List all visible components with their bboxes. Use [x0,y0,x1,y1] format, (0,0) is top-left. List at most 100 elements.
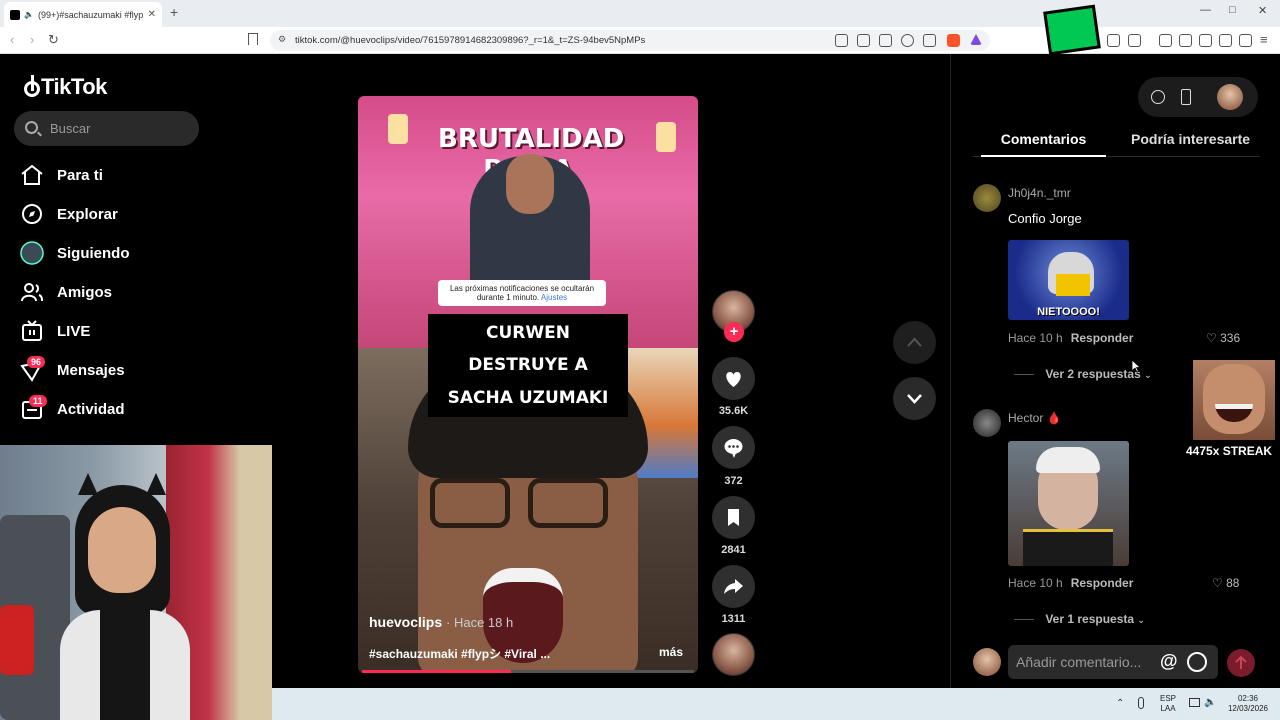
notice-settings-link[interactable]: Ajustes [541,293,567,302]
vpn-icon[interactable] [1239,34,1252,47]
reload-icon[interactable]: ↻ [48,32,59,48]
sticker-caption: NIETOOOO! [1037,306,1100,318]
sidebar-item-explorar[interactable]: Explorar [18,199,218,229]
compass-small-icon[interactable] [1151,90,1165,104]
ai-icon[interactable] [1219,34,1232,47]
heart-outline-icon: ♡ [1206,331,1217,345]
volume-icon[interactable]: 🔈 [1204,697,1216,708]
follow-plus-button[interactable]: + [724,322,744,342]
save-button[interactable] [712,496,755,539]
tray-chevron-up-icon[interactable]: ⌃ [1116,698,1124,709]
share-arrow-icon [724,579,743,594]
comment-sticker-image[interactable]: NIETOOOO! [1008,240,1129,320]
share-icon[interactable] [923,34,936,47]
sidebar-item-siguiendo[interactable]: Siguiendo [18,238,218,268]
close-tab-icon[interactable]: ✕ [148,9,156,20]
video-hashtags[interactable]: #sachauzumaki #flypシ #Viral ... [369,645,550,662]
screenshot-icon[interactable] [1128,34,1141,47]
video-host-face [506,154,554,214]
emoji-icon[interactable] [1187,652,1207,672]
tab-comentarios[interactable]: Comentarios [981,131,1106,157]
likes-count: 35.6K [718,405,749,417]
comment-icon [724,439,743,458]
search-placeholder: Buscar [50,121,91,136]
forward-arrow-icon[interactable]: › [30,32,34,47]
browser-tab[interactable]: 🔈 (99+)#sachauzumaki #flypシ ✕ [4,2,162,27]
add-comment-placeholder: Añadir comentario... [1016,654,1142,670]
comment-avatar[interactable] [973,409,1001,437]
reader-icon[interactable] [835,34,848,47]
send-comment-button[interactable] [1227,649,1255,677]
comment-like-button[interactable]: ♡ 88 [1212,576,1239,590]
glasses-left [430,478,510,528]
comment-button[interactable] [712,426,755,469]
clock[interactable]: 02:36 12/03/2026 [1220,694,1276,715]
comment-meta: Hace 10 h Responder [1008,576,1133,590]
video-author-name[interactable]: huevoclips [369,614,442,630]
bookmark-icon[interactable] [248,33,258,45]
translate-icon[interactable] [857,34,870,47]
comment-photo-image[interactable] [1008,441,1129,566]
comment-like-button[interactable]: ♡ 336 [1206,331,1240,345]
sidebar-item-live[interactable]: LIVE [18,316,218,346]
video-author[interactable]: huevoclips · Hace 18 h [369,614,513,630]
minimize-button[interactable]: — [1200,4,1211,16]
media-icon[interactable] [1159,34,1172,47]
sound-avatar[interactable] [712,633,755,676]
mention-button[interactable]: @ [1160,651,1178,672]
back-arrow-icon[interactable]: ‹ [10,32,14,47]
video-top-frame: BRUTALIDAD PO CA Las próximas notificaci… [358,96,698,348]
wallet-icon[interactable] [1199,34,1212,47]
brave-shield-icon[interactable] [947,34,960,47]
reply-button[interactable]: Responder [1071,576,1134,590]
video-player[interactable]: BRUTALIDAD PO CA Las próximas notificaci… [358,96,698,673]
following-avatar-icon [20,241,44,265]
reply-button[interactable]: Responder [1071,331,1134,345]
search-input[interactable]: Buscar [14,111,199,146]
heart-icon [726,372,741,387]
profile-avatar[interactable] [1217,84,1243,110]
add-comment-input[interactable]: Añadir comentario... @ [1008,645,1218,679]
tiktok-note-icon [22,75,40,97]
share-button[interactable] [712,565,755,608]
wall-lamp-left [388,114,408,144]
video-time: · Hace 18 h [446,615,514,630]
site-info-icon[interactable]: ⚙ [278,34,286,45]
sidebar-item-mensajes[interactable]: Mensajes [18,355,218,385]
tiktok-logo[interactable]: TikTok [22,74,107,100]
close-window-button[interactable]: ✕ [1258,4,1267,17]
sidebar-item-label: Amigos [57,283,113,301]
friends-icon [21,283,43,302]
comment-username[interactable]: Jh0j4n._tmr [1008,186,1071,200]
network-icon[interactable] [1189,698,1200,707]
maximize-button[interactable]: □ [1229,4,1236,16]
video-progress-bar[interactable] [362,670,694,673]
comment-username[interactable]: Hector 🩸 [1008,411,1062,425]
view-replies-button[interactable]: Ver 1 respuesta ⌄ [1014,612,1145,626]
tab-podria-interesarte[interactable]: Podría interesarte [1131,131,1250,147]
phone-icon[interactable] [1181,89,1191,105]
sidebar-item-para-ti[interactable]: Para ti [18,160,218,190]
compass-icon [22,204,42,224]
language-indicator[interactable]: ESP LAA [1154,694,1182,715]
zoom-icon[interactable] [901,34,914,47]
mouse-cursor-icon [1131,359,1141,373]
sidebar-item-actividad[interactable]: Actividad [18,394,218,424]
rewards-icon[interactable] [970,34,982,45]
previous-video-button[interactable] [893,321,936,364]
like-button[interactable] [712,357,755,400]
new-tab-button[interactable]: + [170,4,178,20]
cast-icon[interactable] [879,34,892,47]
sidebar-item-amigos[interactable]: Amigos [18,277,218,307]
microphone-icon[interactable] [1138,697,1144,709]
menu-icon[interactable]: ≡ [1260,32,1268,47]
extensions-icon[interactable] [1107,34,1120,47]
streak-counter: 4475x STREAK [1186,444,1273,458]
next-video-button[interactable] [893,377,936,420]
sticker-jacket [1056,274,1090,296]
windows-taskbar: ⌃ ESP LAA 🔈 02:36 12/03/2026 [272,688,1280,720]
more-button[interactable]: más [659,645,683,659]
comment-avatar[interactable] [973,184,1001,212]
sidebar-icon[interactable] [1179,34,1192,47]
video-overlay-title: CURWEN DESTRUYE A SACHA UZUMAKI [428,314,628,417]
